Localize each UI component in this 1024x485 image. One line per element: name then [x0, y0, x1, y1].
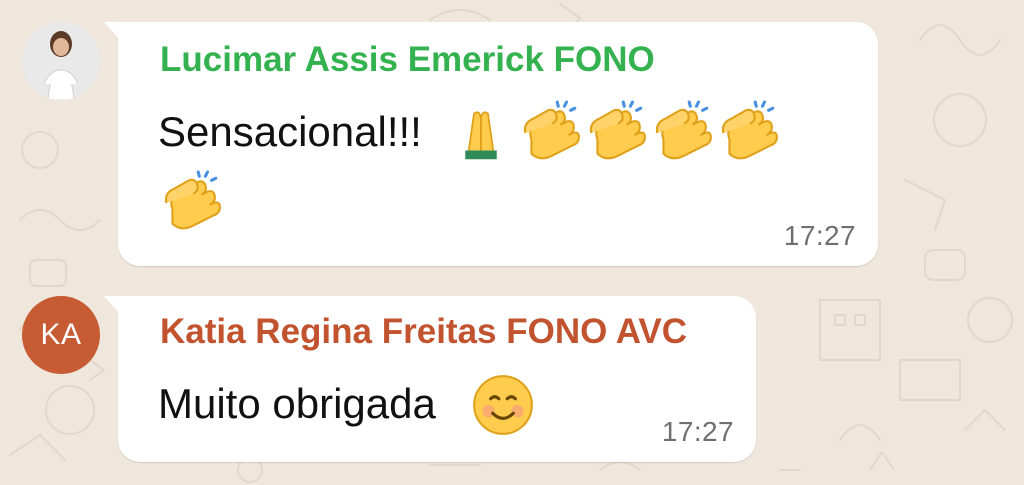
- clapping-hands-icon: [721, 100, 778, 160]
- message-text: Muito obrigada: [158, 380, 436, 427]
- message-bubble[interactable]: Katia Regina Freitas FONO AVC Muito obri…: [118, 296, 756, 462]
- smiling-face-icon: [473, 375, 533, 435]
- folded-hands-icon: [465, 111, 497, 160]
- avatar-initials: KA: [40, 318, 82, 351]
- avatar[interactable]: [22, 22, 100, 100]
- emoji-row: [158, 170, 224, 236]
- emoji-row: [453, 100, 781, 166]
- sender-name[interactable]: Lucimar Assis Emerick FONO: [160, 40, 655, 80]
- message-timestamp: 17:27: [661, 416, 734, 447]
- sender-name[interactable]: Katia Regina Freitas FONO AVC: [160, 312, 687, 352]
- clapping-hands-icon: [589, 100, 646, 160]
- clapping-hands-icon: [655, 100, 712, 160]
- message-bubble[interactable]: Lucimar Assis Emerick FONO Sensacional!!…: [118, 22, 878, 266]
- avatar[interactable]: KA: [22, 296, 100, 374]
- clapping-hands-icon: [523, 100, 580, 160]
- message-text: Sensacional!!!: [158, 108, 422, 155]
- profile-photo-icon: [22, 22, 100, 100]
- clapping-hands-icon: [164, 170, 221, 230]
- message-timestamp: 17:27: [783, 220, 856, 251]
